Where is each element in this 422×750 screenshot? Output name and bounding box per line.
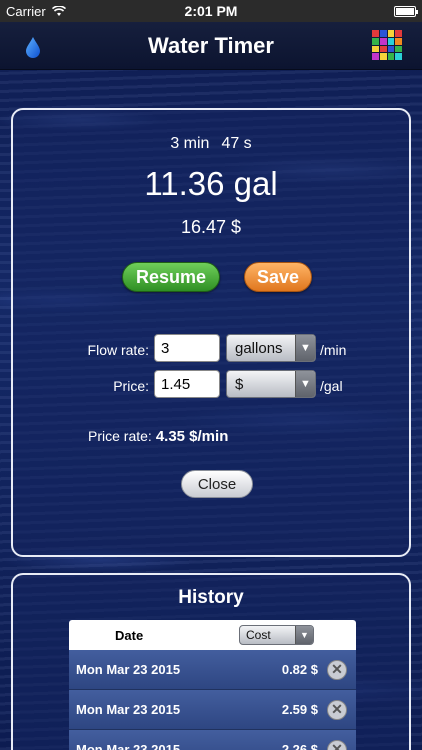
history-row-date: Mon Mar 23 2015 xyxy=(76,742,181,750)
history-row[interactable]: Mon Mar 23 2015 2.26 $ ✕ xyxy=(69,730,356,750)
sort-select[interactable]: Cost ▼ xyxy=(239,625,314,645)
history-row-cost: 2.26 $ xyxy=(281,742,318,750)
chevron-down-icon: ▼ xyxy=(295,626,313,644)
color-grid-icon[interactable] xyxy=(372,30,402,60)
flow-unit-value: gallons xyxy=(235,339,283,357)
price-rate: Price rate: 4.35 $/min xyxy=(88,428,228,445)
currency-select[interactable]: $ ▼ xyxy=(226,370,316,398)
price-rate-label: Price rate: xyxy=(88,428,152,444)
battery-icon xyxy=(394,5,418,17)
flow-per-unit: /min xyxy=(320,342,347,358)
history-row-cost: 0.82 $ xyxy=(281,662,318,677)
flow-rate-label: Flow rate: xyxy=(87,342,149,358)
elapsed-time: 3 min 47 s xyxy=(13,135,409,153)
elapsed-seconds: 47 s xyxy=(221,135,252,152)
app-title: Water Timer xyxy=(148,32,274,58)
elapsed-minutes: 3 min xyxy=(170,135,210,152)
save-button[interactable]: Save xyxy=(244,262,312,292)
date-column-header: Date xyxy=(115,627,144,643)
resume-button[interactable]: Resume xyxy=(122,262,220,292)
sort-value: Cost xyxy=(246,628,271,642)
history-list: Mon Mar 23 2015 0.82 $ ✕ Mon Mar 23 2015… xyxy=(69,650,356,750)
flow-rate-input[interactable] xyxy=(154,334,220,362)
close-button[interactable]: Close xyxy=(181,470,253,498)
delete-icon[interactable]: ✕ xyxy=(327,659,347,680)
delete-icon[interactable]: ✕ xyxy=(327,699,347,720)
nav-bar: Water Timer xyxy=(0,22,422,70)
history-row[interactable]: Mon Mar 23 2015 0.82 $ ✕ xyxy=(69,650,356,690)
price-input[interactable] xyxy=(154,370,220,398)
flow-unit-select[interactable]: gallons ▼ xyxy=(226,334,316,362)
history-row-date: Mon Mar 23 2015 xyxy=(76,702,181,717)
history-row[interactable]: Mon Mar 23 2015 2.59 $ ✕ xyxy=(69,690,356,730)
volume-readout: 11.36 gal xyxy=(144,165,278,202)
currency-value: $ xyxy=(235,375,244,393)
delete-icon[interactable]: ✕ xyxy=(327,739,347,750)
history-panel: History Date Cost ▼ Mon Mar 23 2015 0.82… xyxy=(11,573,411,750)
history-row-date: Mon Mar 23 2015 xyxy=(76,662,181,677)
cost-readout: 16.47 $ xyxy=(180,217,242,237)
history-title: History xyxy=(178,587,244,608)
water-drop-icon[interactable] xyxy=(25,36,41,58)
price-label: Price: xyxy=(113,378,149,394)
chevron-down-icon: ▼ xyxy=(295,371,315,397)
timer-panel: 3 min 47 s 11.36 gal 16.47 $ Resume Save … xyxy=(11,108,411,557)
history-row-cost: 2.59 $ xyxy=(281,702,318,717)
chevron-down-icon: ▼ xyxy=(295,335,315,361)
status-time: 2:01 PM xyxy=(184,3,238,19)
history-table-header: Date Cost ▼ xyxy=(69,620,356,650)
price-per-unit: /gal xyxy=(320,378,343,394)
price-rate-value: 4.35 $/min xyxy=(155,428,229,445)
status-bar: Carrier 2:01 PM xyxy=(0,0,422,22)
